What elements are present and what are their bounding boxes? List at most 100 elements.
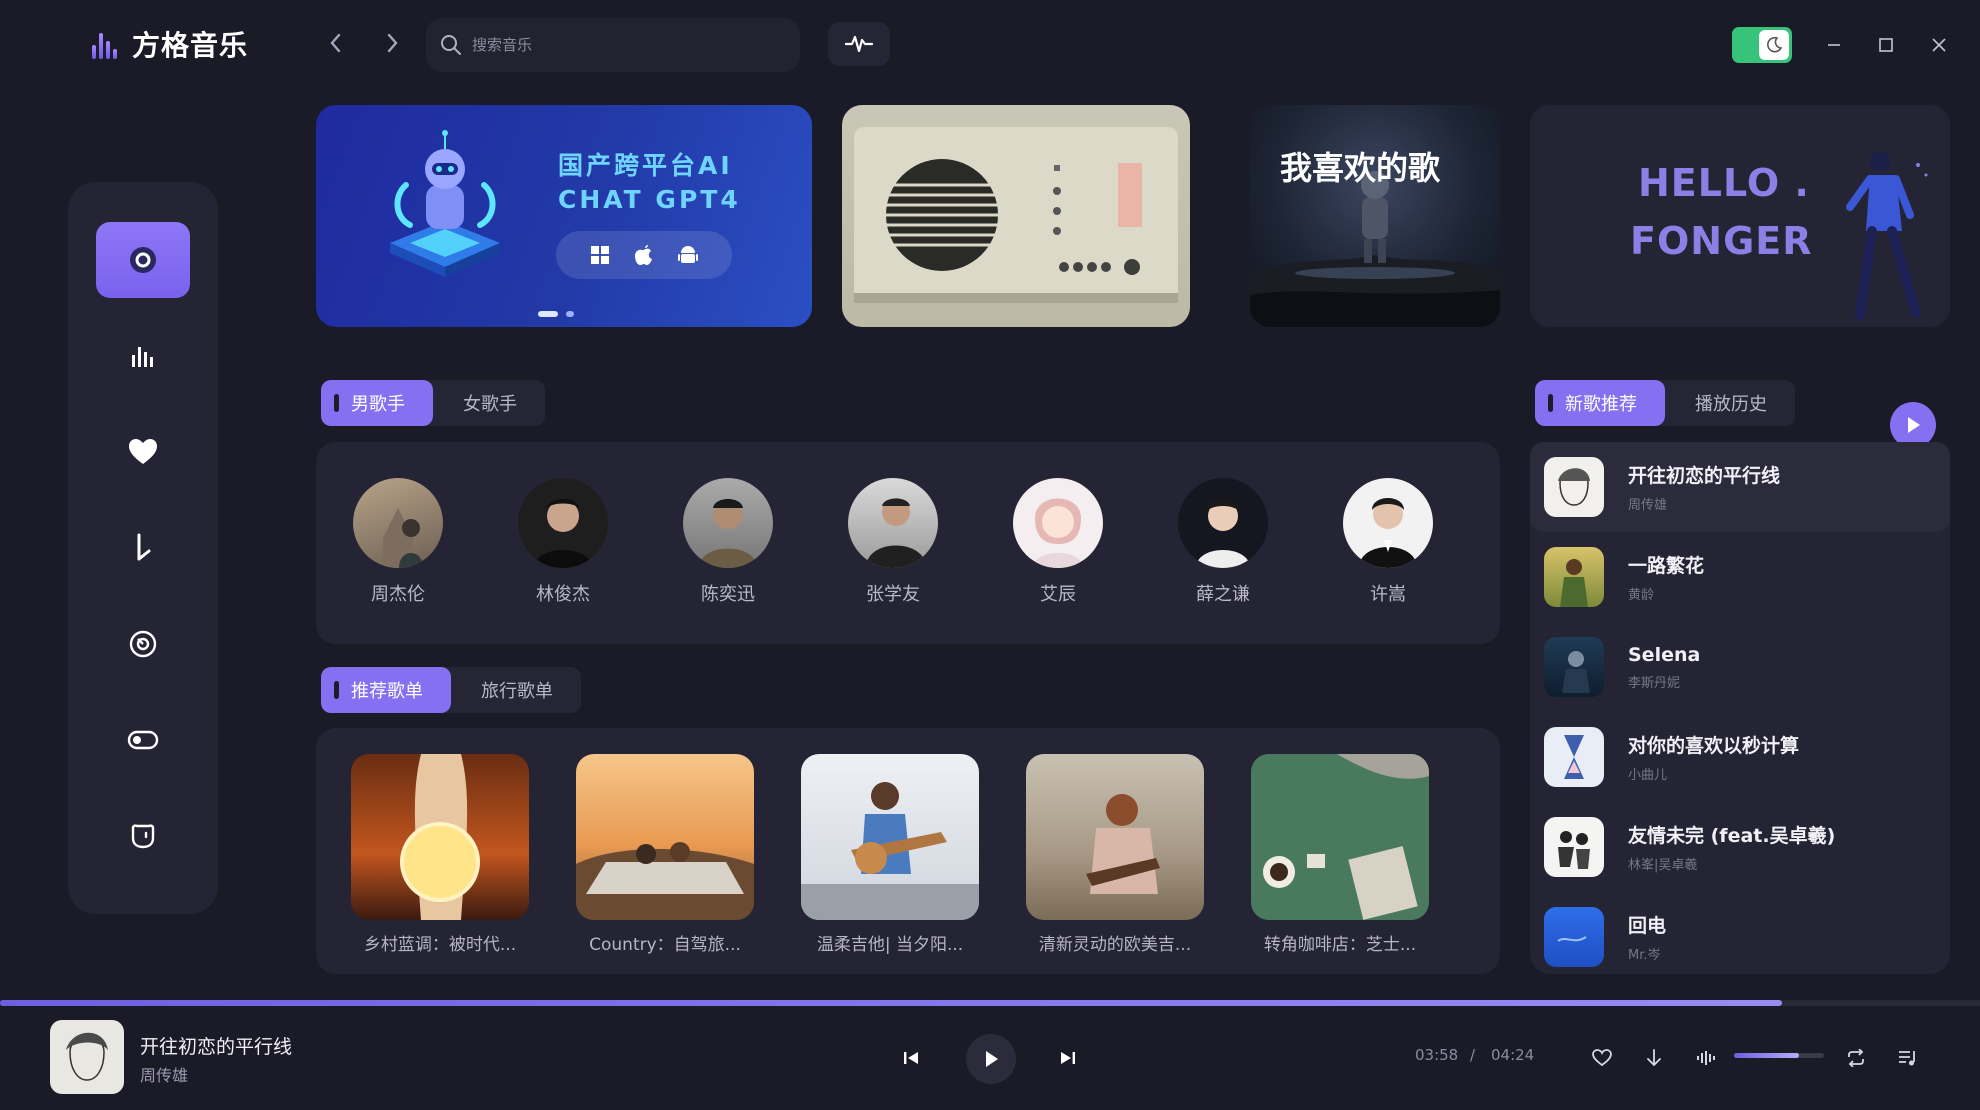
song-artist: 黄龄: [1628, 588, 1655, 603]
theme-toggle[interactable]: [1732, 27, 1792, 63]
current-time: 03:58: [1415, 1046, 1459, 1064]
back-button[interactable]: [322, 28, 350, 64]
repeat-button[interactable]: [1834, 1036, 1878, 1080]
singer-avatar: [848, 478, 938, 568]
song-cover: [1544, 817, 1604, 877]
playlist-card[interactable]: Country：自驾旅...: [576, 754, 754, 955]
sidebar: [68, 182, 218, 914]
song-row[interactable]: 一路繁花 黄龄: [1530, 532, 1950, 622]
playback-progress[interactable]: [0, 1000, 1980, 1006]
app-logo: 方格音乐: [92, 24, 248, 64]
sidebar-item-records[interactable]: [96, 606, 190, 682]
song-row[interactable]: 回电 Mr.岑: [1530, 892, 1950, 982]
minimize-button[interactable]: [1817, 28, 1851, 62]
singer-name: 周杰伦: [371, 584, 425, 605]
tab-travel-playlists[interactable]: 旅行歌单: [451, 667, 581, 713]
logo-icon: [92, 29, 122, 59]
maximize-button[interactable]: [1869, 28, 1903, 62]
banner-radio[interactable]: [842, 105, 1190, 327]
singer-card[interactable]: 许嵩: [1328, 478, 1448, 606]
volume-button[interactable]: [1684, 1036, 1728, 1080]
sidebar-item-favorites[interactable]: [96, 414, 190, 490]
singer-avatar: [1343, 478, 1433, 568]
robot-illustration: [390, 130, 500, 277]
song-cover: [1544, 727, 1604, 787]
minimize-icon: [1828, 44, 1840, 46]
singer-card[interactable]: 张学友: [833, 478, 953, 606]
song-title: 回电: [1628, 915, 1667, 937]
banner-hello-line1: HELLO .: [1638, 161, 1810, 205]
playlist-tabs: 推荐歌单 旅行歌单: [321, 667, 581, 713]
like-button[interactable]: [1580, 1036, 1624, 1080]
download-button[interactable]: [1632, 1036, 1676, 1080]
singer-avatar: [518, 478, 608, 568]
song-title: 对你的喜欢以秒计算: [1628, 735, 1800, 757]
song-artist: Mr.岑: [1628, 948, 1661, 963]
moon-icon: [1759, 30, 1789, 60]
apple-icon: [635, 245, 652, 265]
banner-hello-line2: FONGER: [1630, 219, 1813, 263]
banner-chatgpt[interactable]: 国产跨平台AI CHAT GPT4: [316, 105, 812, 327]
tab-female-singers[interactable]: 女歌手: [433, 380, 545, 426]
playlist-card[interactable]: 转角咖啡店：芝士...: [1251, 754, 1429, 955]
platform-badges: [556, 231, 732, 279]
singer-card[interactable]: 薛之谦: [1163, 478, 1283, 606]
playlist-cover: [801, 754, 979, 920]
voice-wave-button[interactable]: [828, 22, 890, 66]
banner-hello-fonger[interactable]: HELLO . FONGER: [1530, 105, 1950, 327]
song-artist: 周传雄: [1628, 498, 1668, 513]
volume-slider[interactable]: [1734, 1053, 1824, 1058]
disc-icon: [130, 247, 156, 273]
singer-avatar: [1013, 478, 1103, 568]
play-pause-button[interactable]: [966, 1034, 1016, 1084]
playlist-queue-button[interactable]: [1886, 1036, 1930, 1080]
playlist-card[interactable]: 温柔吉他| 当夕阳...: [801, 754, 979, 955]
song-artist: 林峯|吴卓羲: [1628, 858, 1698, 873]
song-row[interactable]: 开往初恋的平行线 周传雄: [1530, 442, 1950, 532]
song-artist: 小曲儿: [1628, 768, 1668, 783]
chart-bars-icon: [132, 347, 153, 367]
sidebar-item-charts[interactable]: [96, 318, 190, 394]
singer-avatar: [683, 478, 773, 568]
song-row[interactable]: 对你的喜欢以秒计算小曲儿: [1530, 712, 1950, 802]
search-bar[interactable]: [426, 18, 800, 72]
tab-new-songs[interactable]: 新歌推荐: [1535, 380, 1665, 426]
singer-card[interactable]: 陈奕迅: [668, 478, 788, 606]
song-cover: [1544, 457, 1604, 517]
singer-name: 艾辰: [1040, 584, 1076, 605]
tab-recommended-playlists[interactable]: 推荐歌单: [321, 667, 451, 713]
tab-play-history[interactable]: 播放历史: [1665, 380, 1795, 426]
singer-name: 陈奕迅: [701, 584, 755, 605]
song-row[interactable]: Selena 李斯丹妮: [1530, 622, 1950, 712]
sidebar-item-settings[interactable]: [96, 702, 190, 778]
android-icon: [678, 246, 698, 263]
close-button[interactable]: [1922, 28, 1956, 62]
tab-male-singers[interactable]: 男歌手: [321, 380, 433, 426]
song-row[interactable]: 友情未完 (feat.吴卓羲) 林峯|吴卓羲: [1530, 802, 1950, 892]
playlist-card[interactable]: 清新灵动的欧美吉...: [1026, 754, 1204, 955]
sidebar-item-downloads[interactable]: [96, 510, 190, 586]
singer-card[interactable]: 林俊杰: [503, 478, 623, 606]
search-input[interactable]: [472, 36, 772, 54]
playlist-card[interactable]: 乡村蓝调：被时代...: [351, 754, 529, 955]
close-icon: [1932, 38, 1946, 52]
singer-card[interactable]: 周杰伦: [338, 478, 458, 606]
singer-name: 薛之谦: [1196, 584, 1250, 605]
next-button[interactable]: [1046, 1036, 1090, 1080]
new-songs-panel: 开往初恋的平行线 周传雄 一路繁花 黄龄 Selena 李斯丹妮 对你的喜欢以秒计算小…: [1530, 442, 1950, 974]
previous-button[interactable]: [889, 1036, 933, 1080]
now-playing-cover[interactable]: [50, 1020, 124, 1094]
volume-bars-icon: [1697, 1051, 1715, 1065]
sidebar-item-profile[interactable]: [96, 798, 190, 874]
song-cover: [1544, 637, 1604, 697]
carousel-dots[interactable]: [538, 311, 574, 317]
song-cover: [1544, 907, 1604, 967]
song-cover: [1544, 547, 1604, 607]
sidebar-item-discover[interactable]: [96, 222, 190, 298]
now-playing-artist: 周传雄: [140, 1066, 189, 1085]
banner-chatgpt-title: 国产跨平台AI CHAT GPT4: [558, 149, 741, 217]
radio-illustration: [854, 127, 1178, 303]
singer-card[interactable]: 艾辰: [998, 478, 1118, 606]
banner-favorite-songs[interactable]: 我喜欢的歌: [1250, 105, 1500, 327]
forward-button[interactable]: [378, 28, 406, 64]
